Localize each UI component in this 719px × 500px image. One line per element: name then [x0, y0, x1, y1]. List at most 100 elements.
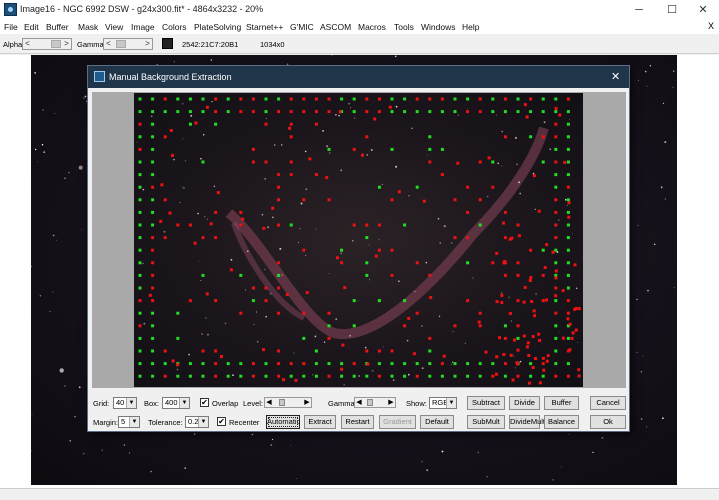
rejected-sample-point[interactable] — [513, 338, 516, 342]
rejected-sample-point[interactable] — [216, 191, 220, 195]
menu-image[interactable]: Image — [131, 22, 155, 32]
background-sample-point[interactable] — [365, 374, 369, 378]
rejected-sample-point[interactable] — [214, 236, 218, 240]
rejected-sample-point[interactable] — [264, 160, 268, 164]
background-sample-point[interactable] — [466, 374, 470, 378]
background-sample-point[interactable] — [428, 147, 432, 151]
menu-tools[interactable]: Tools — [394, 22, 414, 32]
background-sample-point[interactable] — [428, 374, 432, 378]
rejected-sample-point[interactable] — [533, 314, 537, 318]
background-sample-point[interactable] — [503, 374, 507, 378]
background-sample-point[interactable] — [163, 362, 167, 366]
rejected-sample-point[interactable] — [366, 362, 370, 366]
rejected-sample-point[interactable] — [262, 348, 265, 352]
rejected-sample-point[interactable] — [294, 378, 298, 382]
background-sample-point[interactable] — [440, 374, 444, 378]
rejected-sample-point[interactable] — [495, 251, 499, 255]
rejected-sample-point[interactable] — [277, 311, 281, 315]
background-sample-point[interactable] — [415, 110, 419, 114]
background-sample-point[interactable] — [566, 261, 570, 265]
rejected-sample-point[interactable] — [563, 160, 567, 164]
rejected-sample-point[interactable] — [277, 173, 281, 177]
rejected-sample-point[interactable] — [214, 374, 218, 378]
rejected-sample-point[interactable] — [151, 273, 155, 277]
background-sample-point[interactable] — [403, 110, 407, 114]
background-sample-point[interactable] — [151, 210, 155, 214]
background-sample-point[interactable] — [491, 110, 495, 114]
rejected-sample-point[interactable] — [163, 349, 167, 353]
gamma-dialog-slider-thumb[interactable] — [367, 399, 373, 406]
rejected-sample-point[interactable] — [377, 110, 381, 114]
background-sample-point[interactable] — [503, 324, 507, 328]
background-sample-point[interactable] — [151, 324, 155, 328]
rejected-sample-point[interactable] — [428, 273, 432, 277]
rejected-sample-point[interactable] — [251, 110, 255, 114]
rejected-sample-point[interactable] — [377, 248, 381, 252]
rejected-sample-point[interactable] — [525, 345, 529, 349]
background-sample-point[interactable] — [340, 97, 344, 101]
rejected-sample-point[interactable] — [289, 122, 293, 126]
background-sample-point[interactable] — [566, 135, 570, 139]
background-sample-point[interactable] — [390, 362, 394, 366]
rejected-sample-point[interactable] — [251, 362, 255, 366]
rejected-sample-point[interactable] — [163, 135, 167, 139]
rejected-sample-point[interactable] — [277, 349, 281, 353]
preview-image[interactable] — [134, 93, 583, 387]
rejected-sample-point[interactable] — [491, 261, 495, 265]
level-slider[interactable]: ◀ ▶ — [264, 397, 312, 408]
gamma-left-arrow[interactable]: < — [104, 39, 113, 49]
background-sample-point[interactable] — [289, 374, 293, 378]
rejected-sample-point[interactable] — [478, 311, 482, 315]
rejected-sample-point[interactable] — [509, 353, 513, 357]
background-sample-point[interactable] — [327, 362, 331, 366]
rejected-sample-point[interactable] — [478, 160, 482, 164]
background-sample-point[interactable] — [516, 97, 520, 101]
background-sample-point[interactable] — [289, 223, 293, 227]
rejected-sample-point[interactable] — [201, 236, 205, 240]
background-sample-point[interactable] — [352, 299, 356, 303]
background-sample-point[interactable] — [277, 273, 281, 277]
background-sample-point[interactable] — [466, 362, 470, 366]
background-sample-point[interactable] — [541, 97, 545, 101]
rejected-sample-point[interactable] — [453, 324, 457, 328]
background-sample-point[interactable] — [428, 110, 432, 114]
rejected-sample-point[interactable] — [241, 217, 245, 221]
dialog-close-button[interactable]: ✕ — [611, 70, 620, 83]
rejected-sample-point[interactable] — [567, 201, 571, 205]
rejected-sample-point[interactable] — [508, 237, 512, 241]
menu-gmic[interactable]: G'MIC — [290, 22, 314, 32]
menu-ascom[interactable]: ASCOM — [320, 22, 351, 32]
grid-select[interactable]: 40 ▼ — [113, 397, 137, 409]
menu-windows[interactable]: Windows — [421, 22, 455, 32]
rejected-sample-point[interactable] — [541, 273, 545, 277]
background-sample-point[interactable] — [516, 110, 520, 114]
background-sample-point[interactable] — [151, 135, 155, 139]
rejected-sample-point[interactable] — [327, 311, 331, 315]
overlap-checkbox[interactable]: ✔ — [200, 398, 209, 407]
background-sample-point[interactable] — [390, 97, 394, 101]
background-sample-point[interactable] — [566, 110, 570, 114]
background-sample-point[interactable] — [390, 110, 394, 114]
background-sample-point[interactable] — [566, 248, 570, 252]
recenter-checkbox[interactable]: ✔ — [217, 417, 226, 426]
background-sample-point[interactable] — [138, 110, 142, 114]
background-sample-point[interactable] — [428, 349, 432, 353]
rejected-sample-point[interactable] — [558, 113, 562, 117]
background-sample-point[interactable] — [554, 147, 558, 151]
rejected-sample-point[interactable] — [239, 97, 243, 101]
rejected-sample-point[interactable] — [285, 293, 289, 296]
rejected-sample-point[interactable] — [532, 309, 536, 313]
rejected-sample-point[interactable] — [239, 210, 243, 214]
rejected-sample-point[interactable] — [502, 353, 506, 356]
rejected-sample-point[interactable] — [377, 374, 381, 378]
rejected-sample-point[interactable] — [289, 97, 293, 101]
background-sample-point[interactable] — [403, 299, 407, 303]
background-sample-point[interactable] — [554, 110, 558, 114]
rejected-sample-point[interactable] — [277, 223, 281, 227]
background-sample-point[interactable] — [466, 261, 470, 265]
rejected-sample-point[interactable] — [138, 299, 142, 303]
rejected-sample-point[interactable] — [327, 97, 331, 101]
background-sample-point[interactable] — [352, 374, 356, 378]
rejected-sample-point[interactable] — [477, 320, 481, 324]
background-sample-point[interactable] — [352, 97, 356, 101]
